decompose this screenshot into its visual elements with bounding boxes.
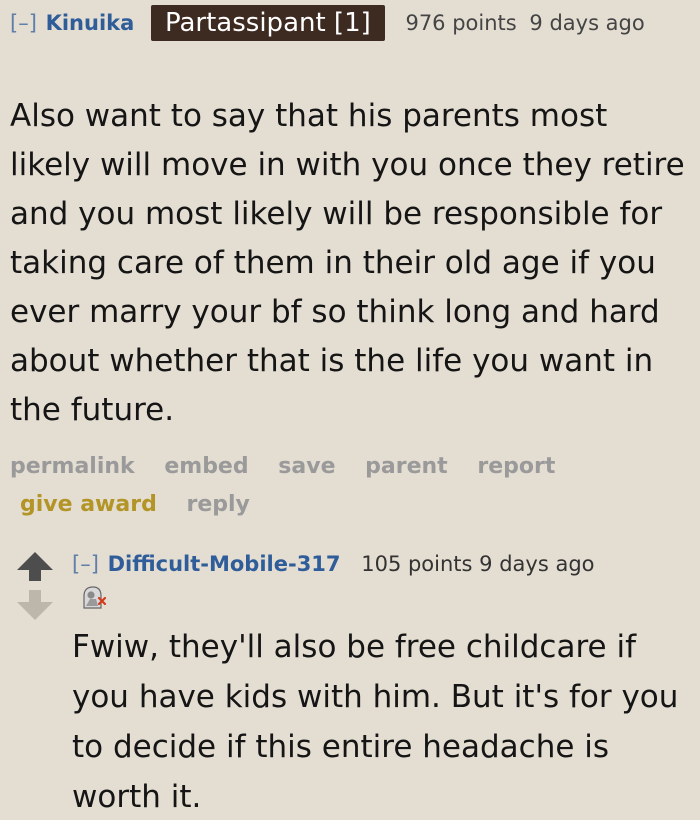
child-time[interactable]: 9 days ago: [479, 552, 594, 576]
child-comment-tagline: [–] Difficult-Mobile-317 105 points 9 da…: [72, 546, 697, 582]
give-award-button[interactable]: give award: [20, 486, 157, 524]
child-author-link[interactable]: Difficult-Mobile-317: [108, 552, 341, 576]
permalink-button[interactable]: permalink: [10, 448, 135, 486]
comment-action-buttons: permalink embed save parent report give …: [10, 448, 630, 524]
collapse-toggle[interactable]: [–]: [10, 11, 37, 35]
child-comment-body: Fwiw, they'll also be free childcare if …: [72, 629, 679, 815]
comment-body: Also want to say that his parents most l…: [10, 98, 685, 428]
comment-time[interactable]: 9 days ago: [529, 11, 644, 35]
comment-tagline: [–] Kinuika Partassipant [1] 976 points …: [10, 4, 690, 42]
user-flair: Partassipant [1]: [150, 5, 385, 41]
embed-button[interactable]: embed: [164, 448, 248, 486]
child-collapse-toggle[interactable]: [–]: [72, 552, 99, 576]
award-badge-icon[interactable]: [80, 584, 108, 612]
comment-score: 976 points: [405, 11, 517, 35]
comment-author-link[interactable]: Kinuika: [46, 11, 135, 35]
save-button[interactable]: save: [278, 448, 335, 486]
report-button[interactable]: report: [477, 448, 555, 486]
parent-button[interactable]: parent: [365, 448, 448, 486]
reply-button[interactable]: reply: [187, 486, 250, 524]
downvote-arrow-icon[interactable]: [17, 590, 53, 620]
child-score: 105 points: [361, 552, 473, 576]
reddit-comment-thread: [–] Kinuika Partassipant [1] 976 points …: [0, 0, 700, 820]
upvote-arrow-icon[interactable]: [17, 552, 53, 581]
